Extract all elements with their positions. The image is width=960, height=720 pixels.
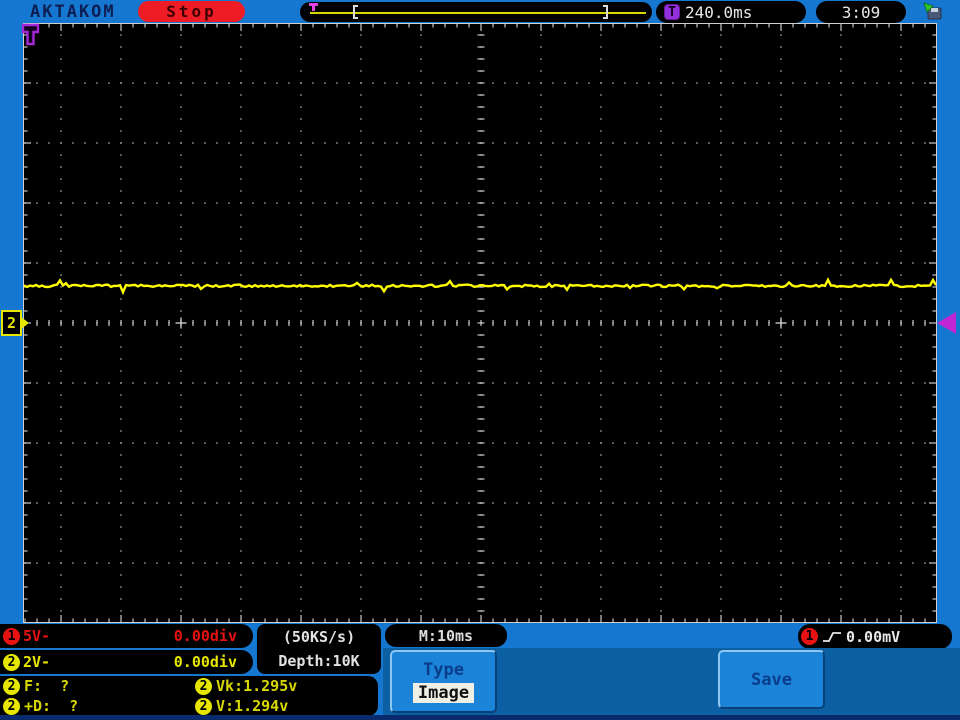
measurement-frequency: 2 F: ? [3, 677, 195, 695]
trigger-level-arrow-icon [937, 312, 956, 334]
channel2-position: 0.00div [174, 653, 237, 671]
measure-channel-badge: 2 [195, 698, 212, 715]
channel1-position: 0.00div [174, 627, 237, 645]
trigger-time-value: 240.0ms [685, 3, 752, 22]
soft-menu: Type Image Save [383, 648, 960, 716]
channel1-badge: 1 [3, 628, 20, 645]
save-button[interactable]: Save [718, 650, 825, 709]
trigger-t-icon: T [664, 4, 680, 20]
timebase-readout: M:10ms [385, 624, 507, 647]
channel2-status: 2 2V- 0.00div [0, 650, 253, 674]
save-label: Save [751, 670, 792, 690]
channel1-scale: 5V- [23, 627, 50, 645]
bottom-edge-strip [0, 715, 960, 720]
trigger-time-readout: T 240.0ms [656, 1, 806, 23]
type-selected-value: Image [413, 683, 474, 703]
trigger-position-line [310, 12, 646, 14]
measurement-vk: 2 Vk:1.295v [195, 677, 378, 695]
record-depth: Depth:10K [278, 649, 359, 673]
trigger-source-badge: 1 [801, 628, 818, 645]
measure-channel-badge: 2 [3, 698, 20, 715]
window-left-bracket-icon [353, 5, 358, 19]
acquisition-stop-button[interactable]: Stop [138, 1, 245, 22]
type-label: Type [423, 660, 464, 680]
window-right-bracket-icon [603, 5, 608, 19]
brand-logo: AKTAKOM [30, 2, 116, 22]
oscilloscope-screen: AKTAKOM Stop T 240.0ms 3:09 2 [0, 0, 960, 720]
trigger-position-marker-icon [309, 3, 318, 11]
channel1-status: 1 5V- 0.00div [0, 624, 253, 648]
sample-rate: (50KS/s) [283, 625, 355, 649]
acquisition-info: (50KS/s) Depth:10K [257, 624, 381, 674]
trigger-position-bar [300, 2, 652, 22]
measurement-v: 2 V:1.294v [195, 697, 378, 715]
channel2-position-marker: 2 [1, 310, 22, 336]
channel2-scale: 2V- [23, 653, 50, 671]
type-button[interactable]: Type Image [390, 650, 497, 713]
measure-channel-badge: 2 [3, 678, 20, 695]
measurement-duty: 2 +D: ? [3, 697, 195, 715]
waveform-display [23, 23, 937, 623]
measure-channel-badge: 2 [195, 678, 212, 695]
rising-edge-icon [822, 630, 842, 644]
graticule [24, 24, 936, 622]
channel2-trace [24, 280, 936, 292]
stop-label: Stop [166, 2, 217, 21]
trigger-offscreen-marker-icon [21, 23, 43, 47]
measurements-panel: 2 F: ? 2 Vk:1.295v 2 +D: ? 2 V:1.294v [0, 676, 378, 716]
clock-readout: 3:09 [816, 1, 906, 23]
clock-value: 3:09 [842, 3, 881, 22]
trigger-level-value: 0.00mV [846, 628, 900, 646]
usb-storage-icon [922, 2, 942, 20]
channel2-badge: 2 [3, 654, 20, 671]
trigger-level-readout: 1 0.00mV [798, 624, 952, 649]
